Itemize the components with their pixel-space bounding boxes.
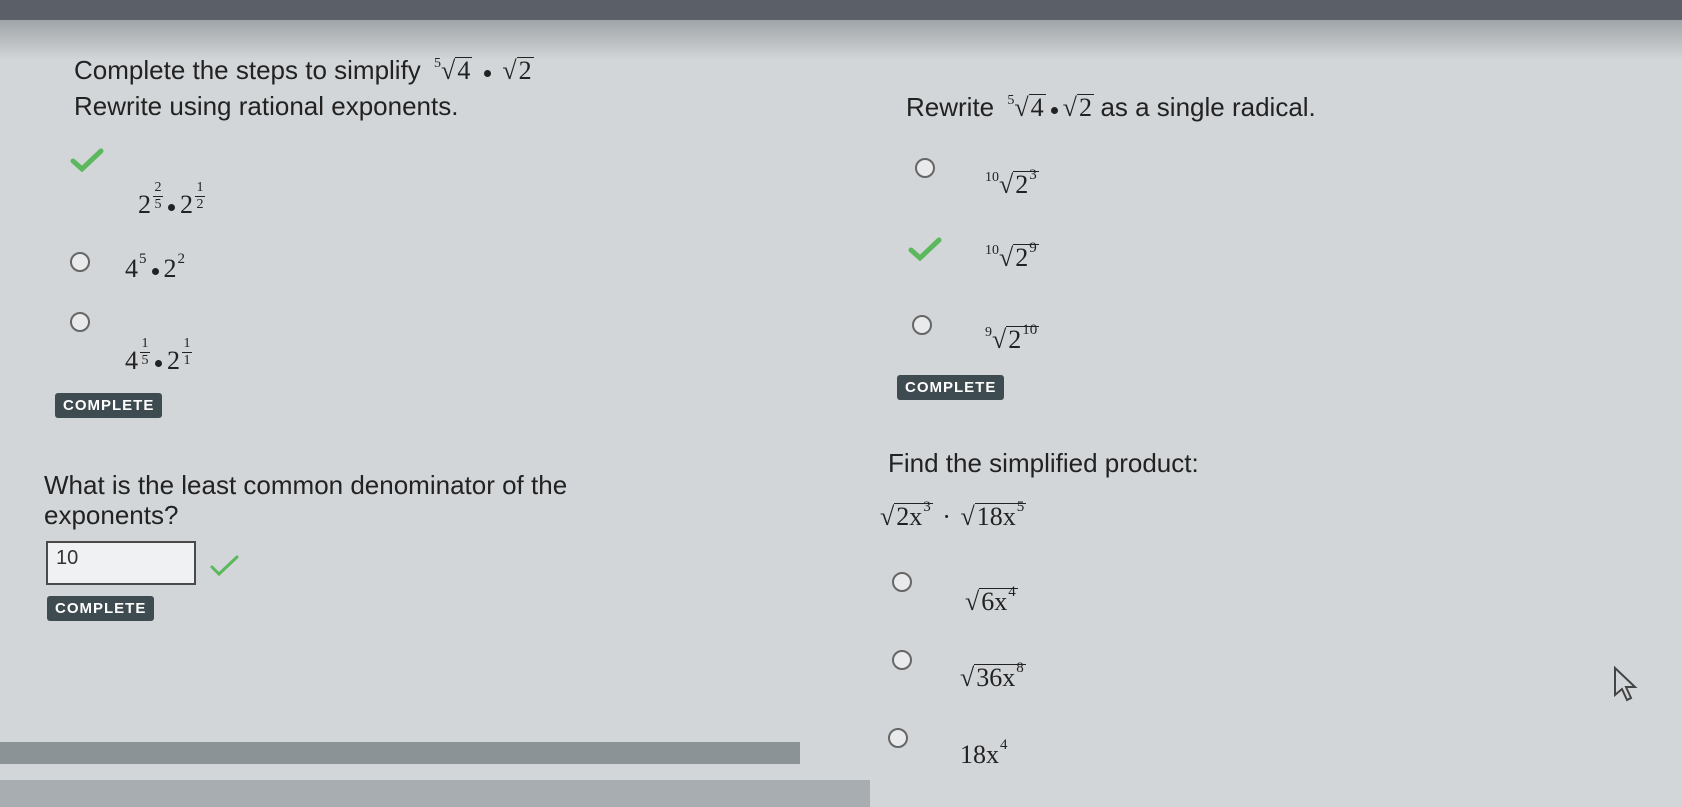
check-icon <box>70 148 104 172</box>
check-icon <box>210 555 239 577</box>
option-1-exponents[interactable]: 225212 <box>138 181 205 234</box>
radical-option-3[interactable]: 9√210 <box>985 322 1040 357</box>
footer-band <box>0 780 870 807</box>
left-panel: Complete the steps to simplify 5√4 √2 Re… <box>74 55 774 121</box>
complete-button-2[interactable]: COMPLETE <box>47 596 155 621</box>
radical-option-1[interactable]: 10√23 <box>985 167 1039 202</box>
radical-option-3-radio[interactable] <box>912 315 932 335</box>
product-option-2-radio[interactable] <box>892 650 912 670</box>
question4: Find the simplified product: <box>888 448 1199 478</box>
top-bar <box>0 0 1682 20</box>
option-3-radio[interactable] <box>70 312 90 332</box>
top-shadow <box>0 20 1682 60</box>
scrollbar-track[interactable] <box>0 742 800 764</box>
product-option-1[interactable]: √6x4 <box>965 584 1018 619</box>
question1-line2: Rewrite using rational exponents. <box>74 91 459 121</box>
product-option-3-radio[interactable] <box>888 728 908 748</box>
product-option-3[interactable]: 18x4 <box>960 737 1008 770</box>
complete-button-3[interactable]: COMPLETE <box>897 375 1005 400</box>
option-2-exponents[interactable]: 45 22 <box>125 251 185 284</box>
question3: Rewrite 5√4 √2 as a single radical. <box>906 92 1316 122</box>
check-icon <box>908 237 942 261</box>
complete-button-1[interactable]: COMPLETE <box>55 393 163 418</box>
question4-expression: √2x3 · √18x5 <box>880 499 1027 534</box>
option-3-exponents[interactable]: 415211 <box>125 337 192 390</box>
radical-option-1-radio[interactable] <box>915 158 935 178</box>
cursor-icon <box>1614 665 1638 702</box>
product-option-1-radio[interactable] <box>892 572 912 592</box>
question2: What is the least common denominator of … <box>44 470 568 530</box>
product-option-2[interactable]: √36x8 <box>960 660 1026 695</box>
radical-option-2[interactable]: 10√29 <box>985 240 1039 275</box>
lcd-answer-input[interactable]: 10 <box>46 541 196 585</box>
option-2-radio[interactable] <box>70 252 90 272</box>
question1-line1: Complete the steps to simplify 5√4 √2 <box>74 55 534 85</box>
multiply-dot <box>483 69 491 77</box>
